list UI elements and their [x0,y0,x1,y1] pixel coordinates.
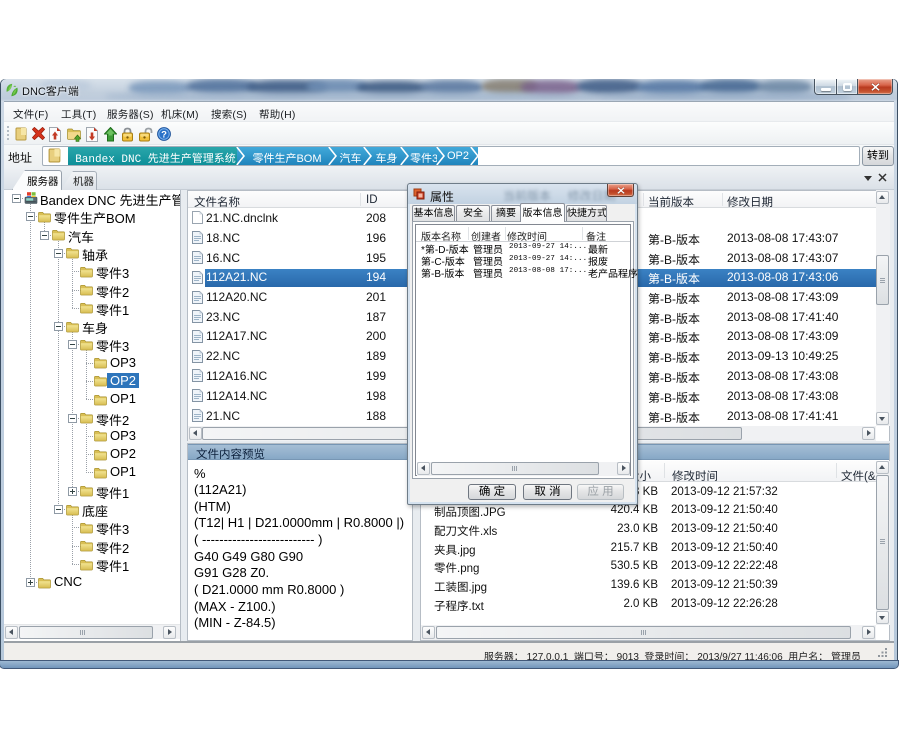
svg-text:?: ? [161,130,167,141]
